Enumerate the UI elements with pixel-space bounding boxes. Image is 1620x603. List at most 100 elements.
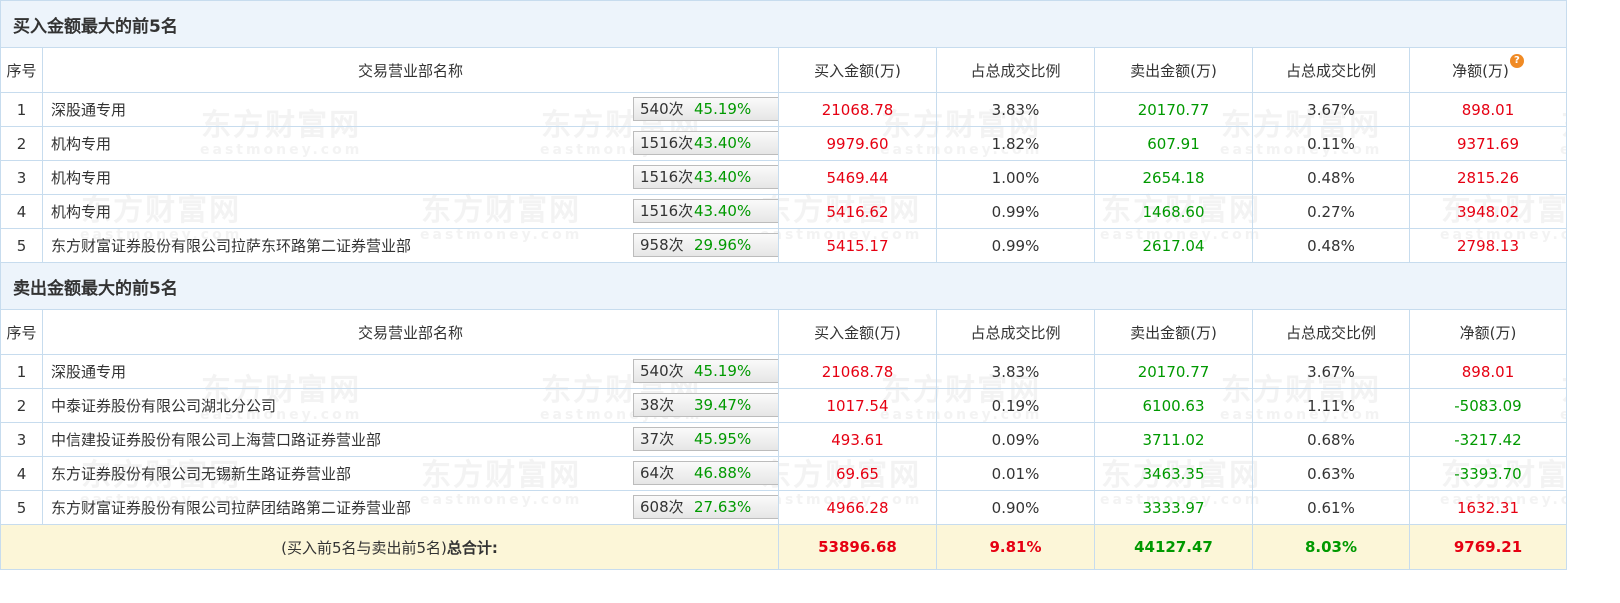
table-row: 3 机构专用 1516次43.40% 5469.44 1.00% 2654.18 0.48%…	[0, 160, 1567, 195]
broker-name-link[interactable]: 东方证券股份有限公司无锡新生路证券营业部	[51, 463, 351, 484]
broker-stats-box[interactable]: 1516次43.40%	[633, 131, 778, 155]
broker-cell: 中信建投证券股份有限公司上海营口路证券营业部 37次 45.95%	[42, 422, 779, 457]
total-sell-ratio: 8.03%	[1252, 524, 1410, 570]
broker-stats-box[interactable]: 37次 45.95%	[633, 427, 778, 451]
total-buy: 53896.68	[778, 524, 937, 570]
row-index: 5	[0, 490, 43, 525]
broker-stats-box[interactable]: 1516次43.40%	[633, 199, 778, 223]
broker-cell: 机构专用 1516次43.40%	[42, 194, 779, 229]
buy-column-headers: 序号 交易营业部名称 买入金额(万) 占总成交比例 卖出金额(万) 占总成交比例 净额(万)…	[0, 47, 1567, 93]
net-amount: 2798.13	[1409, 228, 1567, 263]
broker-name-link[interactable]: 机构专用	[51, 167, 111, 188]
broker-name-link[interactable]: 中信建投证券股份有限公司上海营口路证券营业部	[51, 429, 381, 450]
buy-section-header: 买入金额最大的前5名	[0, 0, 1567, 48]
sell-amount: 3333.97	[1094, 490, 1253, 525]
row-index: 3	[0, 160, 43, 195]
table-row: 4 东方证券股份有限公司无锡新生路证券营业部 64次 46.88% 69.65 0.01%…	[0, 456, 1567, 491]
buy-amount: 9979.60	[778, 126, 937, 161]
net-amount: 898.01	[1409, 354, 1567, 389]
broker-cell: 东方财富证券股份有限公司拉萨东环路第二证券营业部 958次 29.96%	[42, 228, 779, 263]
broker-name-link[interactable]: 东方财富证券股份有限公司拉萨团结路第二证券营业部	[51, 497, 411, 518]
net-amount: 3948.02	[1409, 194, 1567, 229]
broker-stats-box[interactable]: 1516次43.40%	[633, 165, 778, 189]
broker-win-rate: 39.47%	[694, 396, 752, 414]
total-buy-ratio: 9.81%	[936, 524, 1095, 570]
broker-count: 1516次	[640, 134, 694, 152]
header-index: 序号	[0, 47, 43, 93]
broker-name-link[interactable]: 深股通专用	[51, 361, 126, 382]
broker-name-link[interactable]: 东方财富证券股份有限公司拉萨东环路第二证券营业部	[51, 235, 411, 256]
broker-count: 1516次	[640, 168, 694, 186]
total-label: (买入前5名与卖出前5名)总合计:	[0, 524, 779, 570]
table-row: 1深股通专用540次45.19%?21068.783.83%20170.773.…	[0, 92, 1567, 127]
broker-cell: 东方证券股份有限公司无锡新生路证券营业部 64次 46.88%	[42, 456, 779, 491]
row-index: 4	[0, 456, 43, 491]
buy-ratio: 1.00%	[936, 160, 1095, 195]
net-amount: -5083.09	[1409, 388, 1567, 423]
broker-stats-box[interactable]: 64次 46.88%	[633, 461, 778, 485]
net-amount: -3217.42	[1409, 422, 1567, 457]
sell-ratio: 0.27%	[1252, 194, 1410, 229]
header-net-amount: 净额(万)?	[1409, 47, 1567, 93]
table-row: 4 机构专用 1516次43.40% 5416.62 0.99% 1468.60 0.27%…	[0, 194, 1567, 229]
broker-stats-box[interactable]: 540次45.19%?	[633, 359, 778, 383]
total-label-bold: 总合计:	[446, 538, 498, 557]
net-amount: 2815.26	[1409, 160, 1567, 195]
header-sell-ratio: 占总成交比例	[1252, 309, 1410, 355]
buy-ratio: 0.19%	[936, 388, 1095, 423]
buy-amount: 1017.54	[778, 388, 937, 423]
sell-amount: 2617.04	[1094, 228, 1253, 263]
question-mark-icon[interactable]: ?	[1509, 53, 1524, 68]
buy-ratio: 0.99%	[936, 194, 1095, 229]
header-sell-amount: 卖出金额(万)	[1094, 47, 1253, 93]
sell-amount: 3711.02	[1094, 422, 1253, 457]
sell-amount: 6100.63	[1094, 388, 1253, 423]
row-index: 5	[0, 228, 43, 263]
table-row: 5 东方财富证券股份有限公司拉萨东环路第二证券营业部 958次 29.96% 5415.…	[0, 228, 1567, 263]
broker-stats-box[interactable]: 608次 27.63%	[633, 495, 778, 519]
header-buy-ratio: 占总成交比例	[936, 47, 1095, 93]
sell-ratio: 3.67%	[1252, 354, 1410, 389]
buy-amount: 4966.28	[778, 490, 937, 525]
total-row: (买入前5名与卖出前5名)总合计: 53896.68 9.81% 44127.4…	[0, 524, 1567, 570]
net-amount: 898.01	[1409, 92, 1567, 127]
broker-win-rate: 43.40%	[694, 134, 752, 152]
broker-cell: 机构专用 1516次43.40%	[42, 126, 779, 161]
total-net: 9769.21	[1409, 524, 1567, 570]
table-row: 5 东方财富证券股份有限公司拉萨团结路第二证券营业部 608次 27.63% 4966.…	[0, 490, 1567, 525]
buy-amount: 21068.78	[778, 354, 937, 389]
buy-amount: 5415.17	[778, 228, 937, 263]
broker-name-link[interactable]: 机构专用	[51, 201, 111, 222]
broker-stats-box[interactable]: 958次 29.96%	[633, 233, 778, 257]
total-label-prefix: (买入前5名与卖出前5名)	[281, 538, 447, 557]
sell-ratio: 0.68%	[1252, 422, 1410, 457]
buy-ratio: 0.90%	[936, 490, 1095, 525]
sell-amount: 20170.77	[1094, 92, 1253, 127]
sell-ratio: 1.11%	[1252, 388, 1410, 423]
buy-ratio: 3.83%	[936, 354, 1095, 389]
buy-ratio: 0.09%	[936, 422, 1095, 457]
sell-column-headers: 序号 交易营业部名称 买入金额(万) 占总成交比例 卖出金额(万) 占总成交比例 净额(万)	[0, 309, 1567, 355]
broker-win-rate: 43.40%	[694, 168, 752, 186]
broker-cell: 深股通专用 540次45.19%?	[42, 354, 779, 389]
broker-name-link[interactable]: 中泰证券股份有限公司湖北分公司	[51, 395, 276, 416]
buy-ratio: 3.83%	[936, 92, 1095, 127]
header-broker-name: 交易营业部名称	[42, 309, 779, 355]
buy-amount: 69.65	[778, 456, 937, 491]
sell-amount: 20170.77	[1094, 354, 1253, 389]
table-row: 2 中泰证券股份有限公司湖北分公司 38次 39.47% 1017.54 0.19% 610…	[0, 388, 1567, 423]
header-sell-amount: 卖出金额(万)	[1094, 309, 1253, 355]
row-index: 3	[0, 422, 43, 457]
broker-count: 1516次	[640, 202, 694, 220]
broker-count: 608次	[640, 498, 684, 516]
row-index: 1	[0, 354, 43, 389]
broker-name-link[interactable]: 深股通专用	[51, 99, 126, 120]
header-buy-ratio: 占总成交比例	[936, 309, 1095, 355]
sell-ratio: 0.63%	[1252, 456, 1410, 491]
broker-name-link[interactable]: 机构专用	[51, 133, 111, 154]
broker-stats-box[interactable]: 540次45.19%?	[633, 97, 778, 121]
header-net-amount-label: 净额(万)	[1452, 61, 1509, 80]
broker-win-rate: 45.95%	[694, 430, 752, 448]
sell-ratio: 0.11%	[1252, 126, 1410, 161]
broker-stats-box[interactable]: 38次 39.47%	[633, 393, 778, 417]
